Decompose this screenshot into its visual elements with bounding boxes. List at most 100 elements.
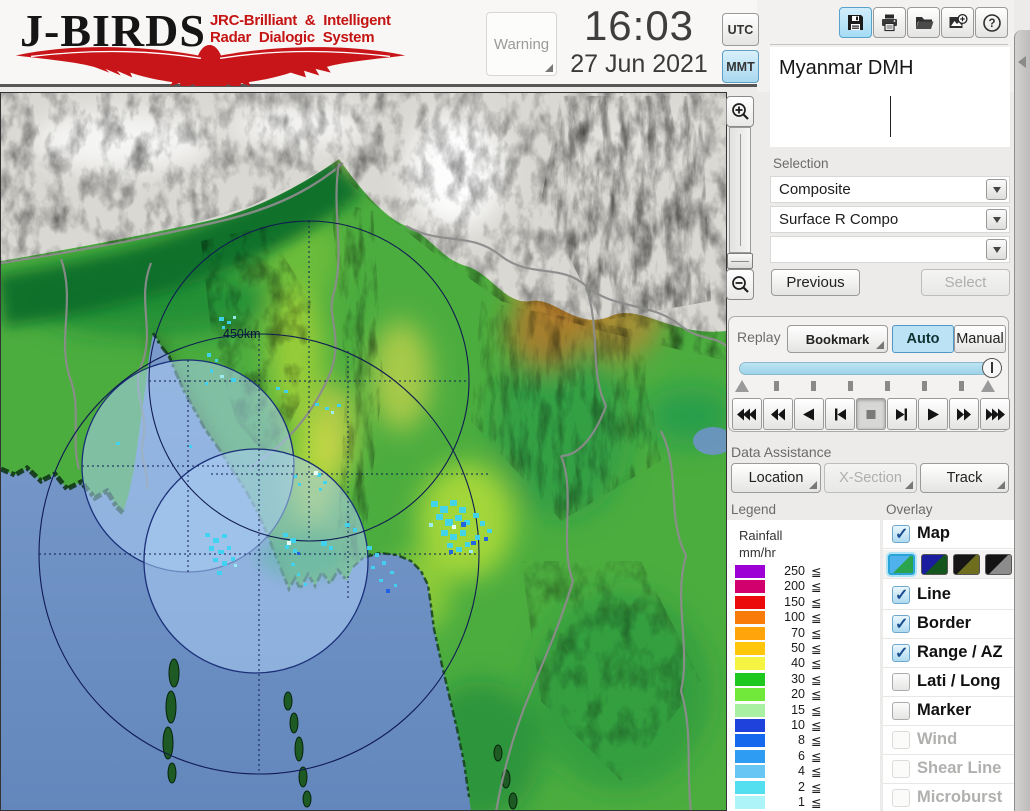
stop-button[interactable] <box>856 398 886 430</box>
legend-row: 150 ≦ <box>727 595 880 610</box>
replay-timeline-slider[interactable] <box>739 362 1002 375</box>
step-back-button[interactable] <box>825 398 855 430</box>
map-style-terrain-button[interactable] <box>888 554 915 575</box>
overlay-item-lati-long[interactable]: Lati / Long <box>883 668 1014 697</box>
overlay-item-range-az[interactable]: Range / AZ <box>883 639 1014 668</box>
data-assistance-label: Data Assistance <box>731 444 832 460</box>
save-button[interactable] <box>839 7 872 38</box>
replay-slider-handle[interactable] <box>982 358 1002 378</box>
eagle-logo-icon <box>15 44 406 86</box>
selection-dropdown-extra[interactable] <box>770 236 1010 263</box>
range-az-checkbox[interactable] <box>892 643 910 663</box>
chevron-down-icon[interactable] <box>986 209 1007 230</box>
help-button[interactable]: ? <box>975 7 1008 38</box>
open-folder-button[interactable] <box>907 7 940 38</box>
radar-map[interactable]: 450km <box>0 86 741 811</box>
map-style-olive-button[interactable] <box>953 554 980 575</box>
play-reverse-button[interactable] <box>794 398 824 430</box>
line-checkbox[interactable] <box>892 585 910 605</box>
chevron-down-icon[interactable] <box>986 179 1007 200</box>
step-back-icon <box>835 408 846 420</box>
shear-line-checkbox[interactable] <box>892 760 910 778</box>
location-button[interactable]: Location <box>731 463 821 493</box>
zoom-slider-handle[interactable] <box>727 253 753 269</box>
app-logo-tagline: JRC-Brilliant & Intelligent Radar Dialog… <box>210 12 391 46</box>
zoom-out-button[interactable] <box>726 269 754 300</box>
legend-panel: Rainfall mm/hr 250 ≦ 200 ≦ 150 ≦ 100 ≦ 70 ≦ 5… <box>727 520 880 811</box>
legend-row: 6 ≦ <box>727 749 880 764</box>
legend-value: 2 <box>798 779 805 794</box>
manual-mode-button[interactable]: Manual <box>954 325 1006 353</box>
legend-swatch <box>735 595 765 609</box>
overlay-item-label: Range / AZ <box>917 643 1003 661</box>
overlay-item-border[interactable]: Border <box>883 610 1014 639</box>
legend-row: 8 ≦ <box>727 733 880 748</box>
legend-row: 70 ≦ <box>727 626 880 641</box>
seek-first-button[interactable] <box>732 398 762 430</box>
fast-rewind-button[interactable] <box>763 398 793 430</box>
snapshot-button[interactable] <box>941 7 974 38</box>
overlay-item-map[interactable]: Map <box>883 520 1014 549</box>
app-window: J-BIRDS JRC-Brilliant & Intelligent Rada… <box>0 0 1030 811</box>
overlay-item-wind[interactable]: Wind <box>883 726 1014 755</box>
overlay-item-label: Lati / Long <box>917 672 1001 690</box>
map-checkbox[interactable] <box>892 524 910 544</box>
zoom-slider-track[interactable] <box>729 127 751 253</box>
selection-dropdown-category[interactable]: Composite <box>770 176 1010 203</box>
legend-row: 10 ≦ <box>727 718 880 733</box>
track-button[interactable]: Track <box>920 463 1009 493</box>
overlay-item-line[interactable]: Line <box>883 581 1014 610</box>
range-ring-label: 450km <box>223 327 261 341</box>
overlay-item-marker[interactable]: Marker <box>883 697 1014 726</box>
xsection-button[interactable]: X-Section <box>824 463 917 493</box>
legend-row: 40 ≦ <box>727 656 880 671</box>
legend-row: 200 ≦ <box>727 579 880 594</box>
legend-comparator: ≦ <box>811 642 822 656</box>
previous-button[interactable]: Previous <box>771 269 860 296</box>
legend-row: 2 ≦ <box>727 780 880 795</box>
seek-last-button[interactable] <box>980 398 1010 430</box>
auto-mode-button[interactable]: Auto <box>892 325 954 353</box>
marker-checkbox[interactable] <box>892 702 910 720</box>
legend-value: 30 <box>791 671 805 686</box>
legend-row: 100 ≦ <box>727 610 880 625</box>
timezone-utc-button[interactable]: UTC <box>722 13 759 46</box>
play-button[interactable] <box>918 398 948 430</box>
map-style-grey-button[interactable] <box>985 554 1012 575</box>
microburst-checkbox[interactable] <box>892 789 910 807</box>
panel-divider <box>770 44 1008 45</box>
legend-value: 4 <box>798 764 805 779</box>
print-button[interactable] <box>873 7 906 38</box>
legend-row: 4 ≦ <box>727 764 880 779</box>
bookmark-button[interactable]: Bookmark <box>787 325 888 353</box>
step-forward-button[interactable] <box>887 398 917 430</box>
legend-row: 30 ≦ <box>727 672 880 687</box>
legend-comparator: ≦ <box>811 657 822 672</box>
border-checkbox[interactable] <box>892 614 910 634</box>
open-folder-icon <box>915 17 933 29</box>
fast-rewind-icon <box>771 408 785 420</box>
overlay-item-label: Border <box>917 614 972 632</box>
legend-swatch <box>735 780 765 794</box>
wind-checkbox[interactable] <box>892 731 910 749</box>
stop-icon <box>866 409 876 419</box>
legend-swatch <box>735 703 765 717</box>
map-style-dark-button[interactable] <box>921 554 948 575</box>
chevron-down-icon[interactable] <box>986 239 1007 260</box>
station-box[interactable]: Myanmar DMH <box>770 47 1010 147</box>
dropdown-value: Composite <box>779 181 851 198</box>
legend-value: 50 <box>791 641 805 655</box>
legend-comparator: ≦ <box>811 595 822 610</box>
overlay-item-microburst[interactable]: Microburst <box>883 784 1014 811</box>
selection-dropdown-product[interactable]: Surface R Compo <box>770 206 1010 233</box>
legend-swatch <box>735 734 765 748</box>
zoom-in-button[interactable] <box>726 96 754 127</box>
legend-comparator: ≦ <box>811 565 822 579</box>
fast-forward-button[interactable] <box>949 398 979 430</box>
legend-comparator: ≦ <box>811 580 822 595</box>
lati-long-checkbox[interactable] <box>892 673 910 691</box>
select-button[interactable]: Select <box>921 269 1010 296</box>
timezone-mmt-button[interactable]: MMT <box>722 50 759 83</box>
panel-collapse-strip[interactable] <box>1014 30 1030 811</box>
overlay-item-shear-line[interactable]: Shear Line <box>883 755 1014 784</box>
